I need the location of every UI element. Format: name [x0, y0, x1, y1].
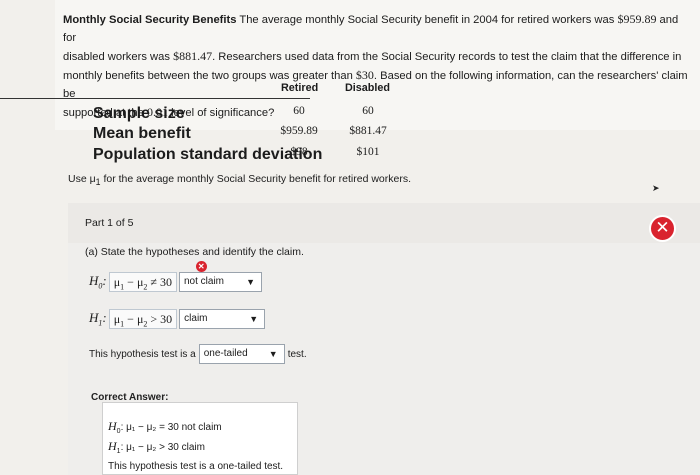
test-type-select[interactable]: one-tailed ▼: [198, 344, 285, 364]
error-x-icon: ✕: [195, 261, 207, 272]
test-type-line: This hypothesis test is a one-tailed ▼ t…: [89, 344, 307, 364]
table-header-rule: [0, 98, 310, 99]
answer-line-h1: H1: μ₁ − μ₂ > 30 claim: [108, 439, 205, 455]
test-suffix: test.: [287, 348, 307, 360]
dropdown-arrow-icon: ▼: [246, 277, 255, 287]
use-note: Use μ1 for the average monthly Social Se…: [68, 173, 411, 187]
h1-claim-value: claim: [184, 313, 208, 324]
table-row: Mean benefit $959.89 $881.47: [93, 125, 405, 145]
answer-h1-claim: claim: [181, 442, 205, 453]
use-note-prefix: Use: [68, 173, 87, 185]
h1-label: H1:: [89, 310, 107, 328]
correct-answer-box: H0: μ₁ − μ₂ = 30 not claim H1: μ₁ − μ₂ >…: [102, 402, 298, 475]
table-row: Sample size 60 60: [93, 105, 405, 125]
h0-value: 30: [159, 275, 172, 289]
h0-expression-field[interactable]: μ1 − μ2 ≠ 30 ✕: [108, 261, 207, 292]
cell-disabled: $101: [356, 146, 380, 158]
retired-benefit-value: $959.89: [617, 12, 657, 26]
difference-value: $30: [355, 68, 374, 82]
h0-claim-select[interactable]: not claim ▼: [178, 272, 262, 292]
incorrect-x-icon: ✕: [649, 215, 676, 242]
cell-disabled: 60: [362, 105, 374, 117]
column-header-retired: Retired: [281, 82, 319, 94]
part-label: Part 1 of 5: [85, 217, 134, 229]
cell-retired: $959.89: [280, 125, 318, 137]
answer-h1-expr: μ₁ − μ₂ > 30: [126, 442, 179, 453]
question-text: (a) State the hypotheses and identify th…: [85, 246, 304, 258]
h0-operator: ≠: [150, 275, 157, 289]
h0-label: H0:: [89, 273, 107, 291]
use-note-suffix: for the average monthly Social Security …: [103, 173, 412, 185]
h1-operator: >: [150, 312, 158, 326]
cell-disabled: $881.47: [349, 125, 387, 137]
cell-retired: 60: [293, 105, 305, 117]
answer-h0-expr: μ₁ − μ₂ = 30: [126, 422, 179, 433]
column-header-disabled: Disabled: [345, 82, 391, 94]
h0-row: H0: μ1 − μ2 ≠ 30 ✕ not claim ▼: [89, 261, 262, 292]
h1-claim-select[interactable]: claim ▼: [179, 309, 266, 329]
mu-subscript: 1: [95, 177, 101, 188]
disabled-benefit-value: $881.47: [173, 49, 213, 63]
mouse-cursor-icon: ➤: [652, 183, 660, 193]
h1-expression-field[interactable]: μ1 − μ2 > 30: [108, 309, 178, 329]
answer-line-h0: H0: μ₁ − μ₂ = 30 not claim: [108, 419, 222, 435]
problem-text-disabled: disabled workers was: [63, 51, 170, 63]
answer-h0-claim: not claim: [181, 422, 222, 433]
problem-title: Monthly Social Security Benefits: [63, 14, 237, 26]
dropdown-arrow-icon: ▼: [249, 314, 259, 324]
test-type-value: one-tailed: [203, 348, 248, 359]
dropdown-arrow-icon: ▼: [268, 349, 278, 359]
cell-retired: $98: [290, 146, 308, 158]
row-label: Sample size: [93, 105, 185, 122]
h0-claim-value: not claim: [183, 276, 224, 287]
h1-row: H1: μ1 − μ2 > 30 claim ▼: [89, 309, 266, 329]
part-header: Part 1 of 5 ✕: [68, 203, 700, 243]
problem-text-line3: monthly benefits between the two groups …: [63, 70, 353, 82]
table-row: Population standard deviation $98 $101: [93, 146, 405, 166]
problem-text-1: The average monthly Social Security bene…: [239, 14, 615, 26]
answer-line-test: This hypothesis test is a one-tailed tes…: [108, 461, 284, 472]
h1-value: 30: [160, 312, 173, 326]
problem-text-researchers: . Researchers used data from the Social …: [212, 51, 682, 63]
test-prefix: This hypothesis test is a: [89, 348, 196, 360]
row-label: Mean benefit: [93, 125, 191, 142]
